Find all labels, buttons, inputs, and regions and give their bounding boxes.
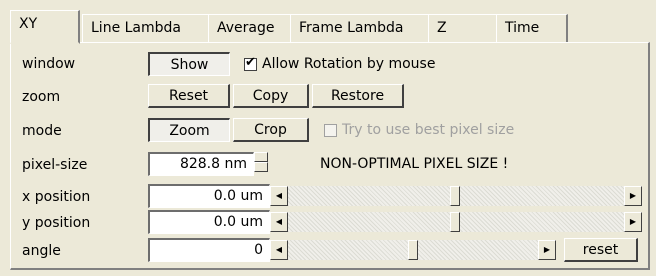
tab-line-lambda-label: Line Lambda <box>91 20 181 36</box>
y-position-scroll-right-button[interactable]: ▶ <box>624 212 642 232</box>
tab-time-label: Time <box>505 20 540 36</box>
angle-scroll-right-button[interactable]: ▶ <box>538 240 556 260</box>
tab-z[interactable]: Z <box>428 14 498 42</box>
copy-button[interactable]: Copy <box>233 84 309 108</box>
show-button[interactable]: Show <box>148 52 230 76</box>
zoom-label: zoom <box>22 89 61 105</box>
crop-mode-button[interactable]: Crop <box>233 118 309 142</box>
tab-average-label: Average <box>217 20 275 36</box>
angle-field[interactable]: 0 <box>148 238 270 262</box>
scroll-left-arrow-icon: ◀ <box>275 245 283 254</box>
allow-rotation-label: Allow Rotation by mouse <box>262 56 436 72</box>
checkmark-icon: ✔ <box>245 55 256 70</box>
pixel-size-increment-button[interactable] <box>254 152 268 162</box>
tab-frame-lambda[interactable]: Frame Lambda <box>290 14 430 42</box>
scroll-right-arrow-icon: ▶ <box>629 217 637 226</box>
y-position-scroll-left-button[interactable]: ◀ <box>270 212 288 232</box>
y-position-slider-thumb[interactable] <box>450 212 460 232</box>
y-position-field[interactable]: 0.0 um <box>148 210 270 234</box>
pixel-size-warning: NON-OPTIMAL PIXEL SIZE ! <box>320 156 509 172</box>
scroll-right-arrow-icon: ▶ <box>629 191 637 200</box>
x-position-scroll-left-button[interactable]: ◀ <box>270 186 288 206</box>
allow-rotation-checkbox[interactable]: ✔ <box>244 55 257 71</box>
best-pixel-size-label: Try to use best pixel size <box>342 122 515 138</box>
tab-xy-label: XY <box>19 16 38 32</box>
angle-reset-button[interactable]: reset <box>564 238 638 262</box>
x-position-scroll-right-button[interactable]: ▶ <box>624 186 642 206</box>
y-position-label: y position <box>22 215 91 231</box>
tab-z-label: Z <box>437 20 447 36</box>
angle-scroll-left-button[interactable]: ◀ <box>270 240 288 260</box>
tab-average[interactable]: Average <box>208 14 292 42</box>
best-pixel-size-checkbox[interactable] <box>324 124 337 137</box>
angle-slider-thumb[interactable] <box>408 240 418 260</box>
pixel-size-label: pixel-size <box>22 157 88 173</box>
restore-button[interactable]: Restore <box>312 84 404 108</box>
scroll-left-arrow-icon: ◀ <box>275 191 283 200</box>
scroll-left-arrow-icon: ◀ <box>275 217 283 226</box>
x-position-slider-thumb[interactable] <box>450 186 460 206</box>
zoom-mode-button[interactable]: Zoom <box>148 118 230 142</box>
scroll-right-arrow-icon: ▶ <box>543 245 551 254</box>
mode-label: mode <box>22 123 62 139</box>
window-label: window <box>22 56 76 72</box>
x-position-label: x position <box>22 189 91 205</box>
reset-zoom-button[interactable]: Reset <box>148 84 230 108</box>
tab-frame-lambda-label: Frame Lambda <box>299 20 404 36</box>
angle-label: angle <box>22 243 61 259</box>
tab-xy[interactable]: XY <box>10 10 80 44</box>
pixel-size-field[interactable]: 828.8 nm <box>148 152 254 176</box>
tab-line-lambda[interactable]: Line Lambda <box>82 14 210 42</box>
pixel-size-decrement-button[interactable] <box>254 162 268 172</box>
tab-time[interactable]: Time <box>496 14 568 42</box>
x-position-field[interactable]: 0.0 um <box>148 184 270 208</box>
